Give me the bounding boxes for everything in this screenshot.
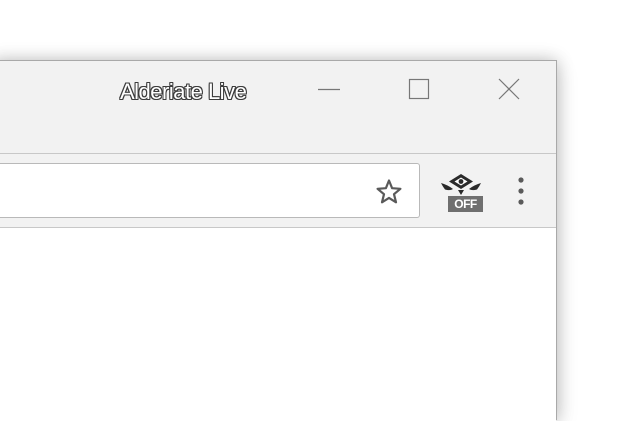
bookmark-star-button[interactable] xyxy=(373,176,405,208)
winged-eye-icon xyxy=(441,174,481,195)
title-bar[interactable]: Alderiate Live xyxy=(0,61,556,154)
minimize-icon xyxy=(318,88,340,91)
close-button[interactable] xyxy=(491,73,527,105)
page-content-area[interactable] xyxy=(0,228,556,421)
close-icon xyxy=(498,78,520,100)
star-icon xyxy=(376,179,402,204)
minimize-button[interactable] xyxy=(311,73,347,105)
address-input[interactable] xyxy=(0,164,363,217)
browser-window: Alderiate Live OFF xyxy=(0,60,557,421)
window-title: Alderiate Live xyxy=(120,79,247,104)
maximize-button[interactable] xyxy=(401,73,437,105)
browser-toolbar: OFF xyxy=(0,154,556,228)
vertical-dots-icon xyxy=(518,177,524,205)
extension-status-badge: OFF xyxy=(448,196,483,212)
browser-menu-button[interactable] xyxy=(505,168,537,214)
maximize-icon xyxy=(408,78,430,100)
address-bar[interactable] xyxy=(0,163,420,218)
extension-button[interactable]: OFF xyxy=(440,168,483,214)
